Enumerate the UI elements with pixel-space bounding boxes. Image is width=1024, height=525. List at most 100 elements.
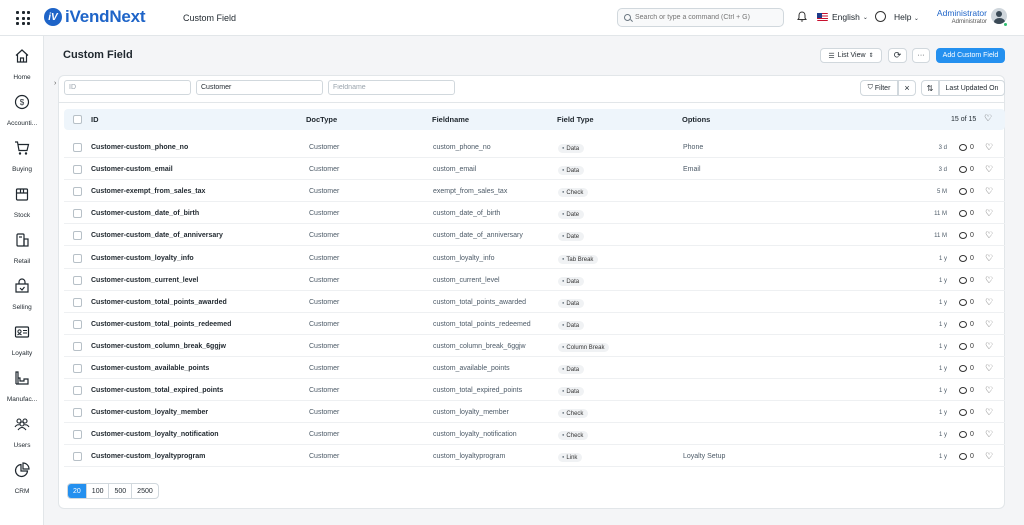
sidebar-toggle-icon[interactable]: ›	[54, 80, 56, 87]
table-row[interactable]	[64, 269, 1005, 291]
heart-icon[interactable]: ♡	[985, 298, 993, 307]
sidebar-item-stock[interactable]: Stock	[0, 186, 44, 219]
cell-id[interactable]: Customer-custom_loyalty_member	[91, 409, 208, 416]
cell-id[interactable]: Customer-custom_date_of_anniversary	[91, 232, 223, 239]
breadcrumb[interactable]: Custom Field	[183, 13, 236, 23]
sidebar-item-loyalty[interactable]: Loyalty	[0, 324, 44, 357]
heart-icon[interactable]: ♡	[985, 187, 993, 196]
id-filter-field[interactable]	[64, 80, 191, 95]
sidebar-item-home[interactable]: Home	[0, 48, 44, 81]
comment-icon[interactable]	[959, 144, 967, 151]
brand-logo[interactable]: iV iVendNext	[44, 7, 146, 27]
cell-id[interactable]: Customer-custom_email	[91, 166, 173, 173]
cell-id[interactable]: Customer-custom_loyalty_info	[91, 255, 194, 262]
comment-icon[interactable]	[959, 166, 967, 173]
row-checkbox[interactable]	[73, 254, 82, 263]
table-row[interactable]	[64, 202, 1005, 224]
id-filter-input[interactable]	[69, 84, 190, 91]
column-header-id[interactable]: ID	[91, 115, 99, 124]
doctype-filter-input[interactable]	[201, 84, 322, 91]
heart-icon[interactable]: ♡	[985, 320, 993, 329]
heart-icon[interactable]: ♡	[985, 430, 993, 439]
cell-id[interactable]: Customer-custom_phone_no	[91, 144, 188, 151]
cell-id[interactable]: Customer-custom_loyaltyprogram	[91, 453, 205, 460]
heart-icon[interactable]: ♡	[985, 386, 993, 395]
comment-icon[interactable]	[959, 387, 967, 394]
row-checkbox[interactable]	[73, 231, 82, 240]
sidebar-item-crm[interactable]: CRM	[0, 462, 44, 495]
cell-id[interactable]: Customer-custom_available_points	[91, 365, 209, 372]
sidebar-item-users[interactable]: Users	[0, 416, 44, 449]
filter-button[interactable]: ⛉ Filter	[860, 80, 898, 96]
column-header-options[interactable]: Options	[682, 115, 710, 124]
row-checkbox[interactable]	[73, 364, 82, 373]
sidebar-item-selling[interactable]: Selling	[0, 278, 44, 311]
row-checkbox[interactable]	[73, 165, 82, 174]
language-selector[interactable]: English ⌄	[817, 12, 868, 22]
sidebar-item-manufacturing[interactable]: Manufac...	[0, 370, 44, 403]
row-checkbox[interactable]	[73, 408, 82, 417]
cell-id[interactable]: Customer-custom_total_points_redeemed	[91, 321, 231, 328]
list-view-selector[interactable]: ☰ List View ⇕	[820, 48, 882, 63]
cell-id[interactable]: Customer-custom_total_points_awarded	[91, 299, 227, 306]
heart-icon[interactable]: ♡	[985, 165, 993, 174]
page-length-20[interactable]: 20	[68, 484, 87, 498]
heart-icon[interactable]: ♡	[985, 364, 993, 373]
row-checkbox[interactable]	[73, 342, 82, 351]
comment-icon[interactable]	[959, 255, 967, 262]
cell-id[interactable]: Customer-custom_loyalty_notification	[91, 431, 219, 438]
cell-id[interactable]: Customer-exempt_from_sales_tax	[91, 188, 205, 195]
refresh-button[interactable]: ⟳	[888, 48, 907, 63]
cell-id[interactable]: Customer-custom_column_break_6ggjw	[91, 343, 226, 350]
sort-field-button[interactable]: Last Updated On	[939, 80, 1005, 96]
comment-icon[interactable]	[959, 365, 967, 372]
comment-icon[interactable]	[959, 409, 967, 416]
sidebar-item-accounting[interactable]: $ Accounti...	[0, 94, 44, 127]
comment-icon[interactable]	[959, 232, 967, 239]
row-checkbox[interactable]	[73, 430, 82, 439]
sidebar-item-buying[interactable]: Buying	[0, 140, 44, 173]
bell-icon[interactable]	[797, 11, 807, 22]
apps-grid-icon[interactable]	[16, 11, 30, 25]
column-header-field-type[interactable]: Field Type	[557, 115, 594, 124]
doctype-filter-field[interactable]	[196, 80, 323, 95]
column-header-fieldname[interactable]: Fieldname	[432, 115, 469, 124]
comment-icon[interactable]	[959, 210, 967, 217]
fieldname-filter-field[interactable]	[328, 80, 455, 95]
sort-direction-button[interactable]: ⇅	[921, 80, 939, 96]
table-row[interactable]	[64, 136, 1005, 158]
table-row[interactable]	[64, 247, 1005, 269]
page-length-100[interactable]: 100	[87, 484, 110, 498]
heart-icon[interactable]: ♡	[985, 254, 993, 263]
comment-icon[interactable]	[959, 431, 967, 438]
cell-id[interactable]: Customer-custom_date_of_birth	[91, 210, 199, 217]
heart-icon[interactable]: ♡	[985, 452, 993, 461]
palette-icon[interactable]	[875, 11, 886, 22]
heart-icon[interactable]: ♡	[984, 114, 992, 123]
heart-icon[interactable]: ♡	[985, 209, 993, 218]
page-length-2500[interactable]: 2500	[132, 484, 158, 498]
row-checkbox[interactable]	[73, 143, 82, 152]
search-bar[interactable]	[617, 8, 784, 27]
row-checkbox[interactable]	[73, 209, 82, 218]
add-custom-field-button[interactable]: Add Custom Field	[936, 48, 1005, 63]
row-checkbox[interactable]	[73, 276, 82, 285]
row-checkbox[interactable]	[73, 386, 82, 395]
row-checkbox[interactable]	[73, 187, 82, 196]
cell-id[interactable]: Customer-custom_total_expired_points	[91, 387, 223, 394]
search-input[interactable]	[635, 14, 775, 21]
row-checkbox[interactable]	[73, 452, 82, 461]
column-header-doctype[interactable]: DocType	[306, 115, 337, 124]
heart-icon[interactable]: ♡	[985, 143, 993, 152]
comment-icon[interactable]	[959, 299, 967, 306]
row-checkbox[interactable]	[73, 320, 82, 329]
more-button[interactable]: ···	[912, 48, 930, 63]
comment-icon[interactable]	[959, 188, 967, 195]
user-menu[interactable]: Administrator Administrator	[933, 8, 987, 25]
page-length-500[interactable]: 500	[109, 484, 133, 498]
comment-icon[interactable]	[959, 321, 967, 328]
heart-icon[interactable]: ♡	[985, 408, 993, 417]
heart-icon[interactable]: ♡	[985, 231, 993, 240]
select-all-checkbox[interactable]	[73, 115, 82, 124]
clear-filter-button[interactable]: ×	[898, 80, 916, 96]
